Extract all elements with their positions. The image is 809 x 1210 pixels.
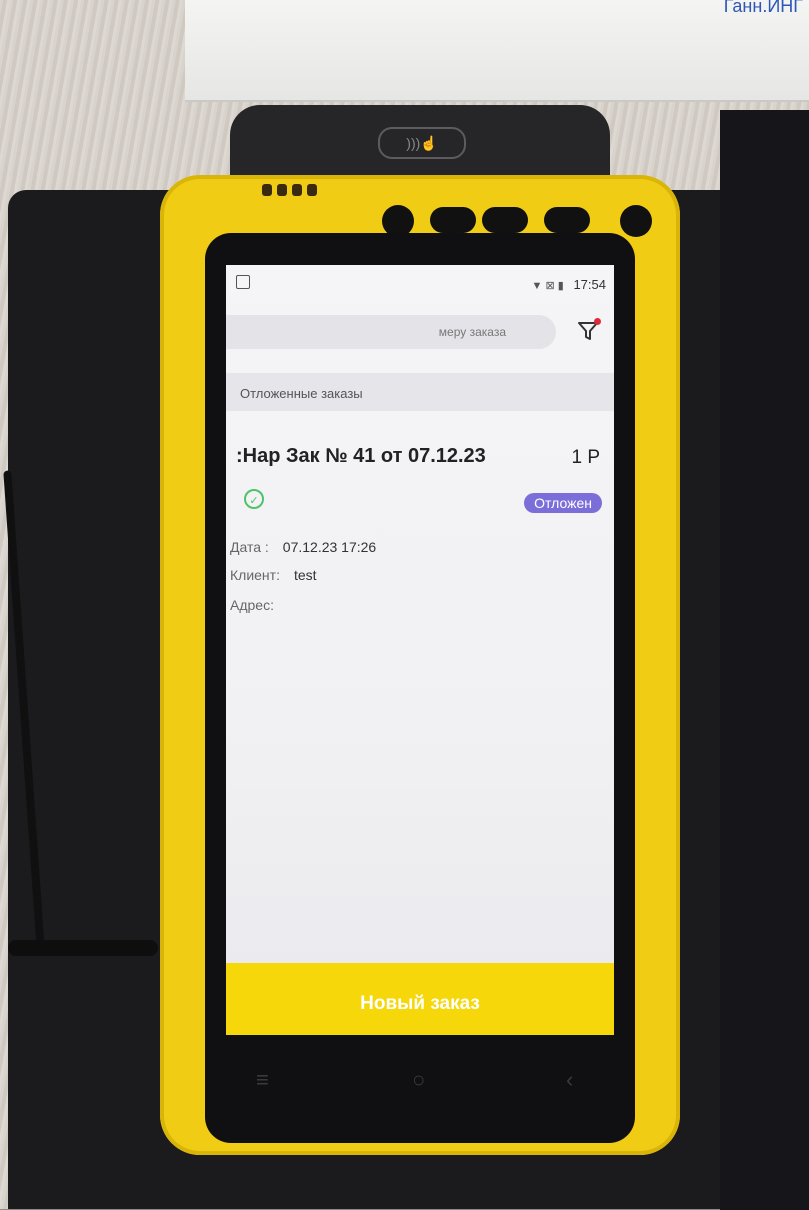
signal-battery-icon: ▼ ⊠ ▮	[531, 280, 564, 292]
android-nav-bar: ≡ ○ ‹	[226, 1053, 614, 1113]
filter-active-dot	[594, 318, 601, 325]
app-screen: ▼ ⊠ ▮ 17:54 меру заказа Отложенные заказ…	[226, 265, 614, 1035]
client-row: Клиент: test	[230, 567, 317, 583]
client-value: test	[293, 567, 317, 583]
usb-cable	[8, 940, 158, 956]
clock: 17:54	[573, 277, 606, 292]
volume-up-button[interactable]	[482, 207, 528, 233]
home-icon[interactable]: ○	[412, 1067, 425, 1093]
filter-icon[interactable]	[576, 318, 601, 343]
client-label: Клиент:	[230, 567, 280, 583]
corner-text: Ганн.ИНГ	[723, 0, 803, 16]
date-label: Дата :	[230, 539, 269, 555]
address-row: Адрес:	[230, 597, 288, 613]
desk-mat-edge	[720, 110, 809, 1210]
section-header: Отложенные заказы	[226, 373, 614, 411]
power-button[interactable]	[544, 207, 590, 233]
paper-sheet	[185, 0, 809, 102]
back-icon[interactable]: ‹	[566, 1067, 573, 1093]
search-input[interactable]: меру заказа	[226, 315, 556, 349]
nfc-icon: )))☝	[378, 127, 466, 159]
menu-icon[interactable]: ≡	[256, 1067, 269, 1093]
date-value: 07.12.23 17:26	[282, 539, 377, 555]
indicator-leds	[262, 183, 322, 201]
sync-check-icon: ✓	[244, 489, 264, 509]
order-title: :Нар Зак № 41 от 07.12.23	[236, 445, 486, 467]
date-row: Дата : 07.12.23 17:26	[230, 539, 376, 555]
status-right: ▼ ⊠ ▮ 17:54	[532, 277, 606, 292]
notification-icon	[236, 275, 250, 289]
pos-terminal: )))☝ ▼ ⊠ ▮ 17:54 меру заказа Отложенные …	[160, 105, 680, 1155]
order-sum: 1 Р	[571, 447, 600, 468]
order-card[interactable]: :Нар Зак № 41 от 07.12.23 1 Р ✓ Отложен …	[226, 417, 614, 917]
new-order-button[interactable]: Новый заказ	[226, 963, 614, 1035]
volume-down-button[interactable]	[430, 207, 476, 233]
address-label: Адрес:	[230, 597, 274, 613]
sensor-icon	[620, 205, 652, 237]
status-bar: ▼ ⊠ ▮ 17:54	[226, 265, 614, 299]
status-badge: Отложен	[524, 493, 602, 513]
